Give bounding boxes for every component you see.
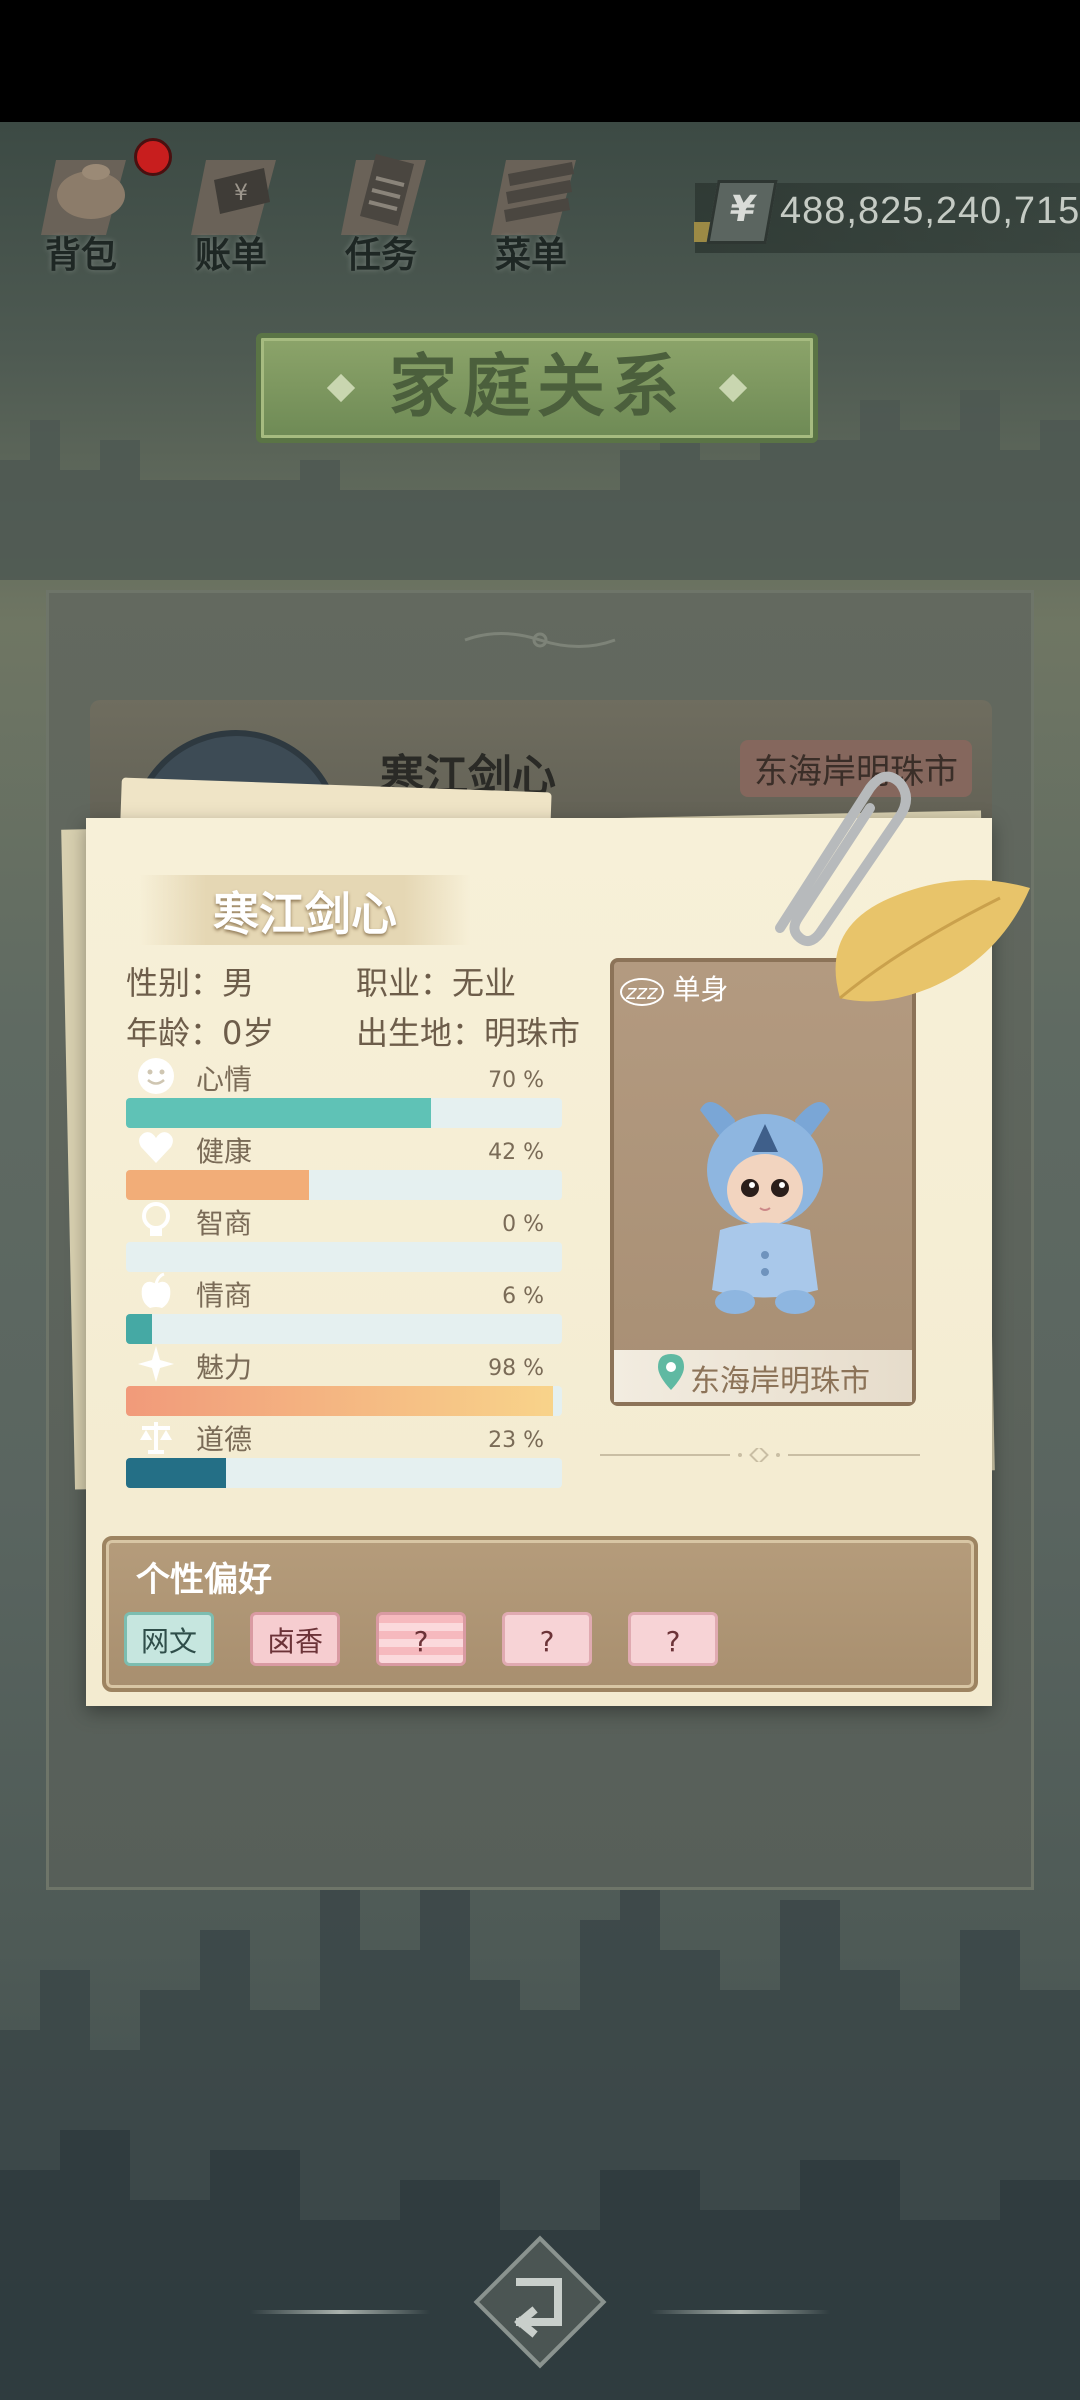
heart-icon <box>139 1132 173 1163</box>
page-title-banner: 家庭关系 <box>256 333 818 443</box>
stat-bar-fill <box>126 1170 310 1200</box>
money-value: 488,825,240,715 <box>780 190 1080 232</box>
relationship-status: zzz 单身 <box>620 968 728 1008</box>
stat-bar-track <box>126 1386 562 1416</box>
bill-icon: ¥ <box>191 160 276 235</box>
scales-icon <box>140 1422 172 1454</box>
ornament-divider <box>600 1448 920 1462</box>
bag-icon <box>41 160 126 235</box>
stat-label: 魅力 <box>196 1351 253 1384</box>
status-text: 单身 <box>672 973 729 1006</box>
age-info: 年龄：0岁 <box>126 1014 275 1052</box>
task-icon <box>341 154 426 235</box>
nav-menu-label: 菜单 <box>494 235 567 276</box>
stat-label: 道德 <box>196 1423 253 1456</box>
nav-task-button[interactable]: 任务 <box>316 130 446 280</box>
stat-percent: 6 % <box>502 1284 544 1309</box>
ornament-divider <box>464 632 616 648</box>
deco-line <box>650 2310 830 2314</box>
stat-bar-track <box>126 1170 562 1200</box>
back-button[interactable] <box>470 2232 610 2372</box>
stat-bar-track <box>126 1458 562 1488</box>
stat-bar-track <box>126 1098 562 1128</box>
portrait-location: 东海岸明珠市 <box>690 1364 870 1399</box>
stat-charm: 魅力 98 % <box>126 1344 562 1416</box>
currency-icon: ¥ <box>706 180 778 244</box>
stat-percent: 23 % <box>488 1428 544 1453</box>
stat-iq: 智商 0 % <box>126 1200 562 1272</box>
stat-bar-track <box>126 1242 562 1272</box>
stat-label: 智商 <box>196 1207 253 1240</box>
stat-health: 健康 42 % <box>126 1128 562 1200</box>
apple-icon <box>141 1272 171 1308</box>
stat-percent: 98 % <box>488 1356 544 1381</box>
stat-label: 心情 <box>196 1063 253 1096</box>
preference-tag-locked[interactable]: ? <box>628 1612 718 1666</box>
stat-percent: 42 % <box>488 1140 544 1165</box>
preference-tag-locked[interactable]: ? <box>502 1612 592 1666</box>
smile-icon <box>138 1058 174 1094</box>
bulb-icon <box>142 1202 170 1236</box>
character-name: 寒江剑心 <box>213 887 397 941</box>
paperclip-icon <box>775 771 911 947</box>
stat-bar-fill <box>126 1458 227 1488</box>
stat-percent: 70 % <box>488 1068 544 1093</box>
stat-mood: 心情 70 % <box>126 1056 562 1128</box>
nav-menu-button[interactable]: 菜单 <box>466 130 596 280</box>
deco-line <box>250 2310 430 2314</box>
preference-tag-locked[interactable]: ? <box>376 1612 466 1666</box>
menu-icon <box>491 160 576 235</box>
birthplace-info: 出生地：明珠市 <box>356 1014 581 1052</box>
nav-bag-button[interactable]: 背包 <box>16 130 146 280</box>
gender-info: 性别：男 <box>126 964 255 1002</box>
stat-bar-track <box>126 1314 562 1344</box>
preference-tag[interactable]: 卤香 <box>250 1612 340 1666</box>
preference-title: 个性偏好 <box>136 1560 272 1600</box>
nav-bill-label: 账单 <box>194 235 267 276</box>
baby-character-figure <box>700 1102 830 1314</box>
status-bar <box>0 0 1080 122</box>
sparkle-icon <box>138 1346 174 1382</box>
stat-bar-fill <box>126 1098 432 1128</box>
stat-percent: 0 % <box>502 1212 544 1237</box>
stat-eq: 情商 6 % <box>126 1272 562 1344</box>
stat-bar-fill <box>126 1314 153 1344</box>
stat-label: 健康 <box>196 1135 253 1168</box>
stat-bar-fill <box>126 1386 554 1416</box>
nav-bag-label: 背包 <box>44 235 117 276</box>
sleep-zzz-icon: zzz <box>620 978 664 1006</box>
stat-label: 情商 <box>196 1279 253 1312</box>
svg-text:¥: ¥ <box>234 181 248 206</box>
location-pin-icon <box>658 1354 684 1390</box>
stat-morality: 道德 23 % <box>126 1416 562 1488</box>
job-info: 职业：无业 <box>356 964 517 1002</box>
preference-tag[interactable]: 网文 <box>124 1612 214 1666</box>
nav-bill-button[interactable]: ¥ 账单 <box>166 130 296 280</box>
nav-task-label: 任务 <box>344 235 417 276</box>
